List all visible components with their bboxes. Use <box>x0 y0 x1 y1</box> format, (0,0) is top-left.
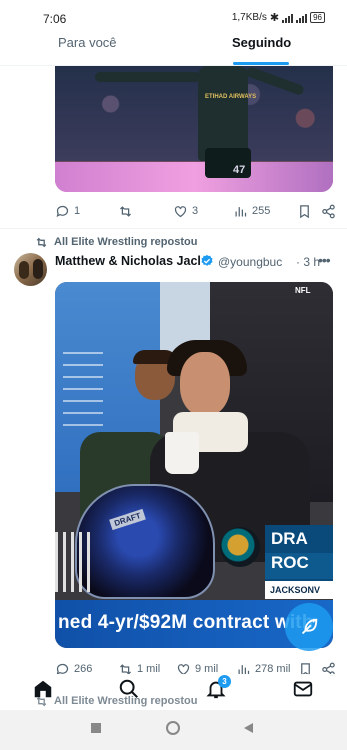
jaguars-logo <box>220 527 260 567</box>
tweet-timestamp[interactable]: · 3 h <box>296 255 320 269</box>
bluetooth-icon: ✱ <box>269 12 280 24</box>
share-button[interactable] <box>321 204 337 219</box>
author-handle[interactable]: @youngbuc <box>218 255 282 269</box>
repost-context-text: All Elite Wrestling repostou <box>54 695 198 707</box>
compose-button[interactable] <box>285 603 333 651</box>
recents-icon[interactable] <box>90 722 102 734</box>
like-button[interactable]: 3 <box>173 204 233 219</box>
timeline-tabs: Para você Seguindo <box>0 32 347 66</box>
status-bar: 7:06 1,7KB/s ✱ 96 <box>0 0 347 32</box>
verified-badge-icon <box>201 254 213 266</box>
views-icon <box>235 206 247 216</box>
signal-icon <box>282 13 294 23</box>
tab-for-you[interactable]: Para você <box>58 35 117 50</box>
views-button[interactable]: 255 <box>233 204 297 219</box>
draft-panel-line: ROC <box>265 553 333 579</box>
bookmark-button[interactable] <box>297 204 321 219</box>
nav-notifications[interactable]: 3 <box>205 675 231 700</box>
status-indicators: 1,7KB/s ✱ 96 <box>232 11 325 24</box>
network-speed: 1,7KB/s <box>231 12 267 23</box>
home-button-icon[interactable] <box>165 720 181 736</box>
ticker-text: ned 4-yr/$92M contract with <box>58 612 314 633</box>
avatar[interactable] <box>14 253 47 286</box>
repost-context[interactable]: All Elite Wrestling repostou <box>35 694 197 708</box>
coffee-mug <box>165 432 199 474</box>
like-count: 3 <box>192 205 199 217</box>
heart-icon <box>174 205 187 217</box>
avatar-figure <box>33 259 43 279</box>
more-options-icon[interactable]: ••• <box>318 252 331 268</box>
reply-icon <box>56 205 69 217</box>
bookmark-icon <box>300 204 309 218</box>
active-tab-indicator <box>233 62 289 65</box>
battery-icon: 96 <box>310 12 325 23</box>
compose-feather-icon <box>301 618 318 635</box>
draft-panel-line: JACKSONV <box>265 581 333 599</box>
helmet-facemask <box>55 532 95 592</box>
tweet-media-image[interactable]: NFL DRAFT DRA ROC JACKSONV ned 4-yr/$92M… <box>55 282 333 648</box>
shirt-number: 47 <box>233 164 246 176</box>
football-helmet <box>75 484 215 599</box>
system-navigation-bar <box>0 710 347 750</box>
repost-icon <box>36 696 47 706</box>
tweet-media-image[interactable]: ETIHAD AIRWAYS 47 <box>55 66 333 192</box>
player-shirt <box>198 66 248 161</box>
repost-button[interactable] <box>118 204 173 219</box>
repost-icon <box>36 237 47 247</box>
player-arm <box>95 72 200 82</box>
reply-count: 1 <box>74 205 81 217</box>
pitch-advertising-board <box>55 162 333 192</box>
signal-icon-2 <box>296 13 308 23</box>
avatar-figure <box>19 261 29 279</box>
repost-context[interactable]: All Elite Wrestling repostou <box>35 235 197 249</box>
draft-graphic-panel: DRA ROC JACKSONV <box>265 525 333 599</box>
nfl-network-logo: NFL <box>295 286 311 295</box>
nav-messages[interactable] <box>292 678 314 700</box>
person-head <box>180 352 230 416</box>
tweet-divider <box>0 228 347 229</box>
back-icon[interactable] <box>242 722 254 734</box>
views-count: 255 <box>252 205 271 217</box>
tweet-actions: 1 3 255 <box>55 201 337 221</box>
repost-icon <box>120 205 131 217</box>
repost-context-text: All Elite Wrestling repostou <box>54 236 198 248</box>
tab-following[interactable]: Seguindo <box>232 35 291 50</box>
notification-count-badge: 3 <box>218 675 231 688</box>
status-time: 7:06 <box>43 12 67 26</box>
shirt-sponsor-text: ETIHAD AIRWAYS <box>205 94 257 100</box>
messages-icon <box>293 681 313 697</box>
author-name[interactable]: Matthew & Nicholas Jacl <box>55 254 200 268</box>
share-icon <box>322 204 335 218</box>
reply-button[interactable]: 1 <box>55 204 118 219</box>
